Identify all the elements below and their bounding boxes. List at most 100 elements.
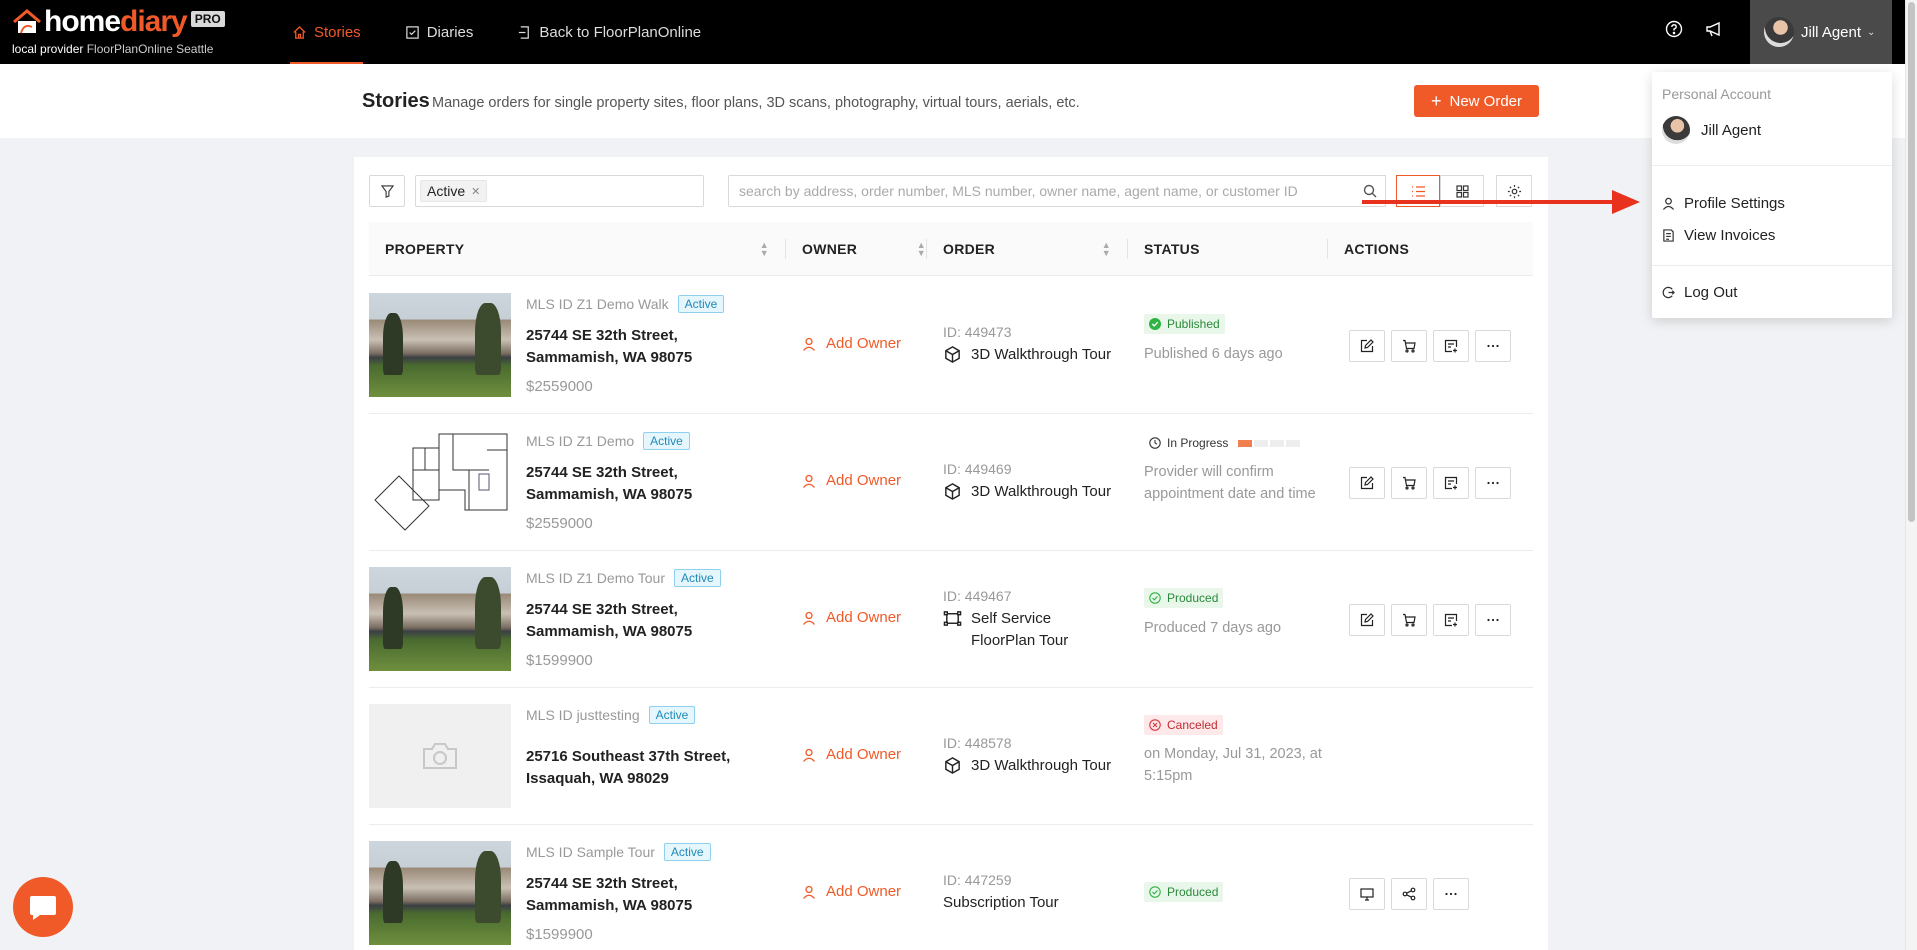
add-owner-label: Add Owner: [826, 472, 902, 489]
property-photo[interactable]: [369, 567, 511, 671]
edit-icon: [1360, 339, 1374, 353]
column-divider: [926, 239, 927, 259]
status-label: In Progress: [1167, 436, 1229, 450]
table-row[interactable]: MLS ID Sample Tour Active 25744 SE 32th …: [369, 825, 1533, 950]
nav-diaries[interactable]: Diaries: [403, 0, 476, 64]
add-document-icon: [1444, 339, 1458, 353]
filter-icon: [380, 184, 394, 198]
edit-button[interactable]: [1349, 467, 1385, 499]
property-photo[interactable]: [369, 293, 511, 397]
main-nav: Stories Diaries Back to FloorPlanOnline: [290, 0, 743, 64]
cart-icon: [1403, 613, 1416, 627]
page-subtitle: Manage orders for single property sites,…: [432, 95, 1080, 111]
photo-placeholder[interactable]: [369, 704, 511, 808]
table-row[interactable]: MLS ID Z1 Demo Walk Active 25744 SE 32th…: [369, 277, 1533, 414]
divider: [1652, 165, 1892, 166]
search-input[interactable]: [728, 175, 1358, 207]
status-tag-published: Published: [1144, 314, 1225, 334]
ellipsis-icon: [1487, 344, 1499, 348]
new-order-button[interactable]: + New Order: [1414, 85, 1539, 117]
page-scrollbar[interactable]: [1905, 0, 1917, 950]
sort-icon: ▲ ▼: [916, 240, 926, 258]
floorplan-thumbnail[interactable]: [369, 430, 511, 534]
question-circle-icon[interactable]: [1665, 20, 1683, 38]
homediary-logo[interactable]: home diary PRO local provider FloorPlanO…: [12, 6, 262, 58]
property-address[interactable]: 25744 SE 32th Street, Sammamish, WA 9807…: [526, 599, 746, 643]
profile-settings-item[interactable]: Profile Settings: [1662, 195, 1785, 212]
megaphone-icon[interactable]: [1705, 20, 1723, 38]
add-owner-link[interactable]: Add Owner: [802, 335, 901, 352]
edit-button[interactable]: [1349, 330, 1385, 362]
add-service-button[interactable]: [1433, 604, 1469, 636]
logo-diary-text: diary: [120, 5, 188, 38]
divider: [1652, 265, 1892, 266]
chat-widget-button[interactable]: [13, 877, 73, 937]
mls-id: MLS ID Z1 Demo Tour Active: [526, 569, 721, 587]
cube-3d-icon: [945, 346, 960, 363]
house-logo-icon: [13, 9, 41, 34]
status-badge: Active: [674, 569, 721, 587]
log-out-item[interactable]: Log Out: [1662, 284, 1737, 301]
more-button[interactable]: [1475, 604, 1511, 636]
user-icon: [803, 337, 815, 351]
row-actions: [1349, 467, 1511, 499]
more-button[interactable]: [1433, 878, 1469, 910]
add-owner-link[interactable]: Add Owner: [802, 883, 901, 900]
property-photo[interactable]: [369, 841, 511, 945]
nav-back-to-floorplanonline[interactable]: Back to FloorPlanOnline: [515, 0, 703, 64]
edit-icon: [1360, 476, 1374, 490]
close-icon[interactable]: ✕: [471, 185, 480, 198]
scrollbar-thumb[interactable]: [1908, 2, 1915, 522]
property-address[interactable]: 25744 SE 32th Street, Sammamish, WA 9807…: [526, 462, 746, 506]
add-owner-link[interactable]: Add Owner: [802, 746, 901, 763]
pro-badge: PRO: [190, 11, 225, 27]
property-address[interactable]: 25716 Southeast 37th Street, Issaquah, W…: [526, 746, 766, 790]
add-service-button[interactable]: [1433, 467, 1469, 499]
calendar-check-icon: [405, 25, 419, 39]
provider-name: FloorPlanOnline Seattle: [86, 42, 214, 56]
check-circle-icon: [1149, 592, 1161, 604]
view-invoices-item[interactable]: View Invoices: [1662, 227, 1775, 244]
cart-button[interactable]: [1391, 604, 1427, 636]
cart-button[interactable]: [1391, 330, 1427, 362]
column-status-label: STATUS: [1144, 241, 1200, 257]
table-row[interactable]: MLS ID Z1 Demo Tour Active 25744 SE 32th…: [369, 551, 1533, 688]
more-button[interactable]: [1475, 330, 1511, 362]
share-button[interactable]: [1391, 878, 1427, 910]
mls-id: MLS ID justtesting Active: [526, 706, 696, 724]
cart-button[interactable]: [1391, 467, 1427, 499]
user-icon: [803, 474, 815, 488]
clock-icon: [1149, 437, 1161, 449]
new-order-label: New Order: [1449, 92, 1523, 110]
sort-icon: ▲ ▼: [1101, 240, 1111, 258]
property-price: $2559000: [526, 515, 593, 532]
table-row[interactable]: MLS ID justtesting Active 25716 Southeas…: [369, 688, 1533, 825]
add-service-button[interactable]: [1433, 330, 1469, 362]
column-owner[interactable]: OWNER ▲ ▼: [802, 222, 942, 276]
filter-button[interactable]: [369, 175, 405, 207]
table-row[interactable]: MLS ID Z1 Demo Active 25744 SE 32th Stre…: [369, 414, 1533, 551]
property-address[interactable]: 25744 SE 32th Street, Sammamish, WA 9807…: [526, 873, 746, 917]
status-tag-select[interactable]: Active ✕: [415, 175, 704, 207]
property-address[interactable]: 25744 SE 32th Street, Sammamish, WA 9807…: [526, 325, 746, 369]
edit-button[interactable]: [1349, 604, 1385, 636]
column-order-label: ORDER: [943, 241, 996, 257]
nav-stories[interactable]: Stories: [290, 0, 363, 64]
column-order[interactable]: ORDER ▲ ▼: [943, 222, 1127, 276]
status-badge: Active: [663, 843, 711, 861]
order-id: ID: 449467: [943, 588, 1012, 604]
user-menu-trigger[interactable]: Jill Agent ⌄: [1750, 0, 1892, 64]
order-id: ID: 449469: [943, 461, 1012, 477]
column-divider: [785, 239, 786, 259]
view-tour-button[interactable]: [1349, 878, 1385, 910]
mls-id-text: MLS ID Z1 Demo Tour: [526, 570, 666, 586]
add-owner-link[interactable]: Add Owner: [802, 609, 901, 626]
ellipsis-icon: [1487, 618, 1499, 622]
user-name: Jill Agent: [1801, 23, 1862, 41]
home-icon: [293, 25, 306, 39]
cube-3d-icon: [945, 483, 960, 500]
top-navbar: home diary PRO local provider FloorPlanO…: [0, 0, 1905, 64]
column-property[interactable]: PROPERTY ▲ ▼: [385, 222, 785, 276]
more-button[interactable]: [1475, 467, 1511, 499]
add-owner-link[interactable]: Add Owner: [802, 472, 901, 489]
